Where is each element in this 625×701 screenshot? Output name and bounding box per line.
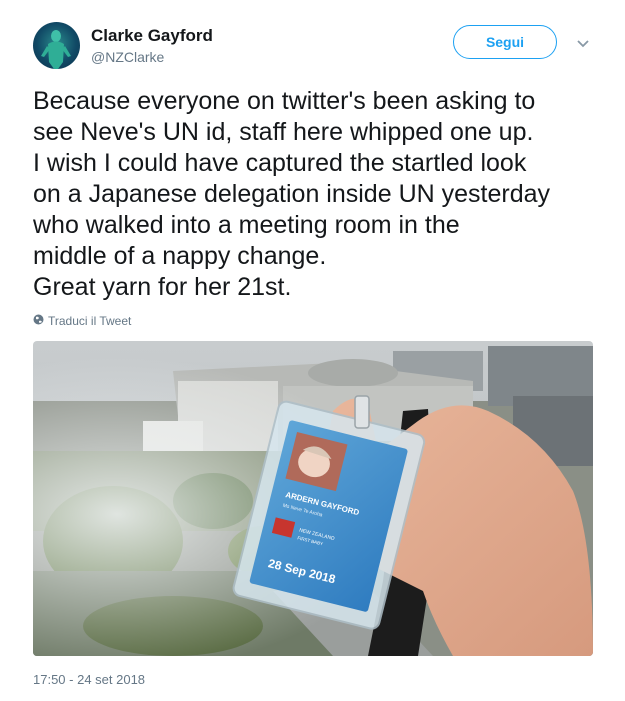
translate-label: Traduci il Tweet (48, 314, 132, 328)
tweet-photo[interactable]: ARDERN GAYFORD Ms Neve Te Aroha NEW ZEAL… (33, 341, 593, 656)
author-handle[interactable]: @NZClarke (91, 49, 164, 65)
tweet-line: I wish I could have captured the startle… (33, 149, 527, 177)
tweet-text: Because everyone on twitter's been askin… (33, 86, 613, 303)
tweet-line: see Neve's UN id, staff here whipped one… (33, 118, 534, 146)
avatar[interactable] (33, 22, 80, 69)
author-name[interactable]: Clarke Gayford (91, 26, 213, 46)
globe-icon (33, 314, 44, 328)
follow-button[interactable]: Segui (453, 25, 557, 59)
tweet-line: Because everyone on twitter's been askin… (33, 87, 536, 115)
tweet-timestamp[interactable]: 17:50 - 24 set 2018 (33, 672, 145, 687)
tweet-line: on a Japanese delegation inside UN yeste… (33, 180, 551, 208)
tweet-line: middle of a nappy change. (33, 242, 327, 270)
tweet-line: who walked into a meeting room in the (33, 211, 460, 239)
chevron-down-icon[interactable] (576, 36, 590, 48)
tweet-line: Great yarn for her 21st. (33, 273, 292, 301)
translate-tweet-link[interactable]: Traduci il Tweet (33, 314, 131, 328)
